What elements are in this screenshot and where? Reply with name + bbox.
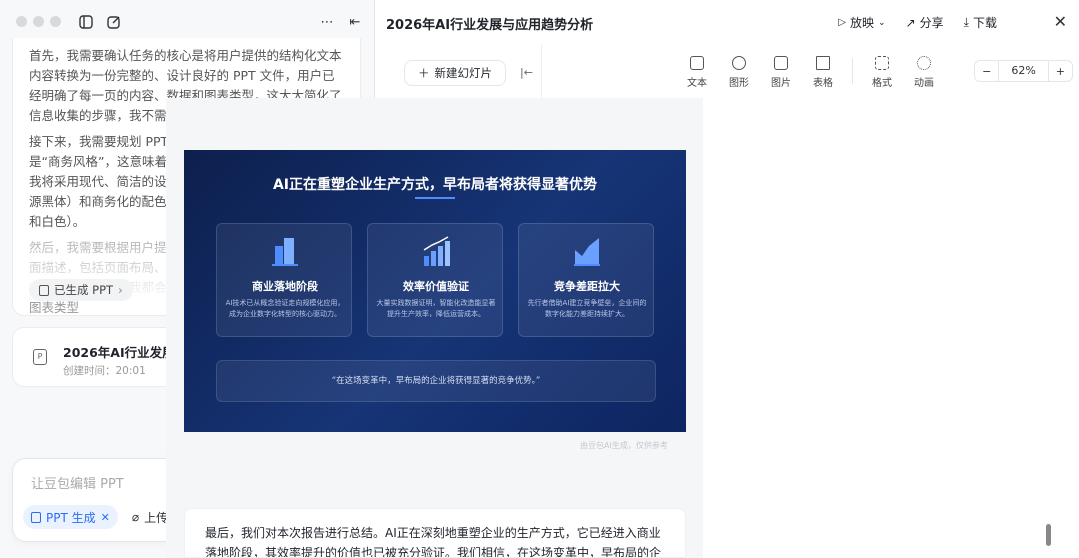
file-created-time: 创建时间：20:01: [63, 365, 146, 377]
text-icon: [690, 56, 704, 70]
table-icon: [816, 56, 830, 70]
card-heading: 商业落地阶段: [252, 280, 318, 293]
download-icon: ⤓: [963, 15, 969, 29]
ppt-icon: [39, 284, 49, 296]
format-label: 格式: [872, 78, 892, 89]
play-icon: ▷: [838, 17, 847, 28]
notes-scrollbar[interactable]: [1046, 524, 1051, 546]
chat-input-placeholder[interactable]: 让豆包编辑 PPT: [31, 473, 124, 492]
insert-text-button[interactable]: 文本: [676, 56, 718, 89]
window-controls: [16, 16, 61, 27]
format-icon: [875, 56, 889, 70]
format-button[interactable]: 格式: [861, 56, 903, 89]
ppt-file-icon: P: [33, 349, 47, 365]
animation-button[interactable]: 动画: [903, 56, 945, 89]
share-button[interactable]: ↗ 分享: [906, 14, 944, 31]
card-description: 先行者借助AI建立竞争壁垒，企业间的数字化能力差距持续扩大。: [527, 299, 647, 318]
new-slide-label: 新建幻灯片: [434, 66, 493, 80]
zoom-in-button[interactable]: +: [1049, 65, 1072, 78]
collapse-panel-icon[interactable]: |←: [520, 66, 533, 79]
play-button[interactable]: ▷ 放映 ⌄: [838, 14, 885, 31]
card-heading: 竞争差距拉大: [554, 280, 620, 293]
plus-icon: ＋: [418, 66, 430, 80]
ai-watermark: 由豆包AI生成，仅供参考: [580, 441, 668, 450]
slide-card[interactable]: 商业落地阶段 AI技术已从概念验证走向规模化应用，成为企业数字化转型的核心驱动力…: [216, 223, 352, 337]
card-description: 大量实践数据证明，智能化改造能显著提升生产效率，降低运营成本。: [376, 299, 496, 318]
generated-ppt-label: 已生成 PPT: [54, 283, 114, 297]
share-icon: ↗: [905, 15, 916, 30]
speaker-notes-text: 最后，我们对本次报告进行总结。AI正在深刻地重塑企业的生产方式，它已经进入商业落…: [205, 526, 662, 558]
share-label: 分享: [919, 16, 944, 30]
app-window: ⋯ ⇤ 首先，我需要确认任务的核心是将用户提供的结构化文本内容转换为一份完整的、…: [0, 0, 1079, 558]
download-label: 下载: [972, 16, 997, 30]
insert-image-label: 图片: [771, 78, 791, 89]
current-slide[interactable]: AI正在重塑企业生产方式，早布局者将获得显著优势 商业落地阶段 AI技术已从概念…: [184, 150, 686, 432]
ppt-icon: [31, 511, 41, 523]
area-chart-icon: [574, 238, 600, 266]
chevron-right-icon: ›: [118, 283, 123, 297]
collapse-arrow-icon[interactable]: ⇤: [345, 12, 365, 32]
image-icon: [774, 56, 788, 70]
maximize-window-button[interactable]: [50, 16, 61, 27]
new-slide-button[interactable]: ＋ 新建幻灯片: [404, 60, 506, 86]
slide-card[interactable]: 效率价值验证 大量实践数据证明，智能化改造能显著提升生产效率，降低运营成本。: [367, 223, 503, 337]
insert-shape-label: 图形: [729, 78, 749, 89]
download-button[interactable]: ⤓ 下载: [964, 14, 997, 31]
slide-card[interactable]: 竞争差距拉大 先行者借助AI建立竞争壁垒，企业间的数字化能力差距持续扩大。: [518, 223, 654, 337]
animation-label: 动画: [914, 78, 934, 89]
paperclip-icon: ⌀: [131, 510, 140, 524]
slide-quote[interactable]: “在这场变革中，早布局的企业将获得显著的竞争优势。”: [216, 360, 656, 402]
speaker-notes[interactable]: 最后，我们对本次报告进行总结。AI正在深刻地重塑企业的生产方式，它已经进入商业落…: [184, 508, 686, 558]
insert-text-label: 文本: [687, 78, 707, 89]
insert-toolbar: 文本 图形 图片 表格 格式 动画: [676, 56, 945, 89]
card-heading: 效率价值验证: [403, 280, 469, 293]
slide-title[interactable]: AI正在重塑企业生产方式，早布局者将获得显著优势: [184, 174, 686, 194]
more-options-icon[interactable]: ⋯: [317, 12, 337, 32]
play-label: 放映: [850, 16, 875, 30]
title-underline: [415, 197, 455, 199]
remove-mode-icon[interactable]: ✕: [101, 511, 110, 524]
generated-ppt-chip[interactable]: 已生成 PPT ›: [29, 279, 133, 301]
editor-header: 2026年AI行业发展与应用趋势分析 ▷ 放映 ⌄ ↗ 分享 ⤓ 下载 ✕: [376, 0, 1079, 44]
zoom-control: − 62% +: [974, 60, 1073, 82]
close-editor-icon[interactable]: ✕: [1054, 12, 1067, 31]
header-actions: ▷ 放映 ⌄ ↗ 分享 ⤓ 下载: [838, 14, 997, 31]
minimize-window-button[interactable]: [33, 16, 44, 27]
insert-table-button[interactable]: 表格: [802, 56, 844, 89]
zoom-level[interactable]: 62%: [998, 61, 1049, 81]
new-chat-icon[interactable]: [104, 12, 124, 32]
toolbar-divider: [852, 58, 853, 84]
bar-growth-icon: [423, 236, 450, 266]
building-icon: [272, 238, 298, 266]
document-title: 2026年AI行业发展与应用趋势分析: [386, 18, 594, 33]
close-window-button[interactable]: [16, 16, 27, 27]
insert-table-label: 表格: [813, 78, 833, 89]
sidebar-toggle-icon[interactable]: [76, 12, 96, 32]
shape-icon: [732, 56, 746, 70]
zoom-out-button[interactable]: −: [975, 65, 998, 78]
chevron-down-icon: ⌄: [878, 17, 886, 28]
card-description: AI技术已从概念验证走向规模化应用，成为企业数字化转型的核心驱动力。: [225, 299, 345, 318]
insert-shape-button[interactable]: 图形: [718, 56, 760, 89]
ppt-mode-label: PPT 生成: [46, 510, 96, 525]
animation-icon: [917, 56, 931, 70]
insert-image-button[interactable]: 图片: [760, 56, 802, 89]
ppt-mode-chip[interactable]: PPT 生成 ✕: [23, 505, 118, 529]
